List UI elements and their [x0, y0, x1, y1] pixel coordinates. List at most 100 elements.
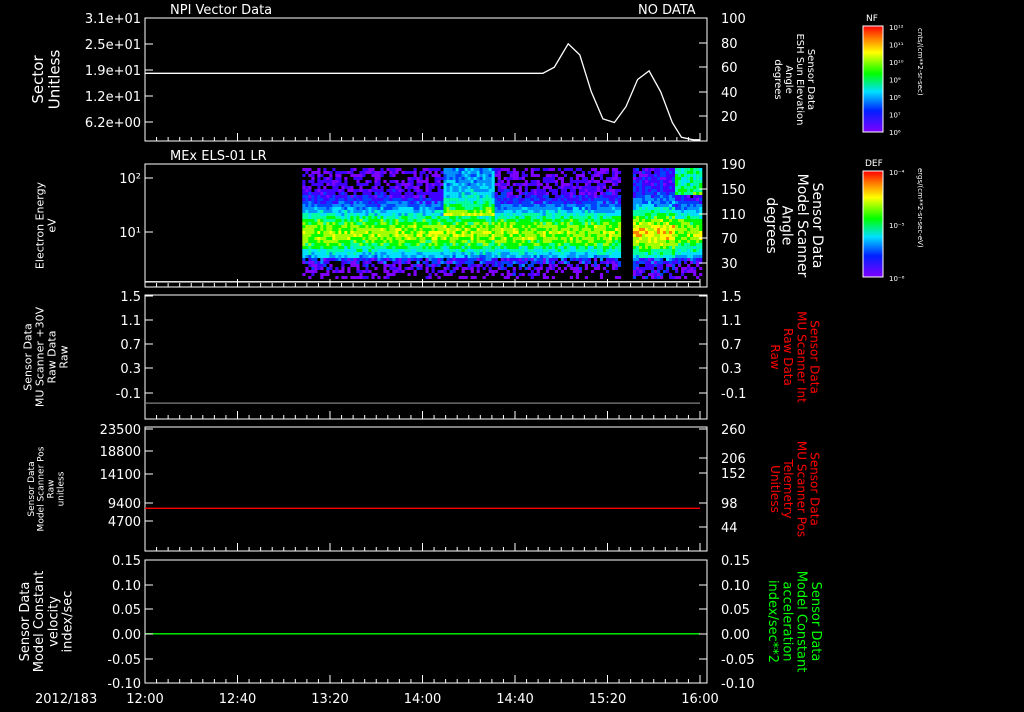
- spectrogram-cell: [395, 252, 399, 255]
- spectrogram-cell: [593, 237, 598, 240]
- spectrogram-cell: [506, 243, 510, 246]
- spectrogram-cell: [344, 258, 348, 261]
- spectrogram-cell: [317, 219, 321, 222]
- spectrogram-cell: [482, 174, 486, 177]
- spectrogram-cell: [479, 246, 483, 249]
- spectrogram-cell: [416, 183, 420, 186]
- y-axis-label-right: Model Scanner: [794, 174, 810, 278]
- spectrogram-cell: [639, 234, 643, 237]
- spectrogram-cell: [335, 219, 339, 222]
- spectrogram-cell: [338, 177, 342, 180]
- spectrogram-cell: [353, 216, 357, 219]
- spectrogram-cell: [458, 207, 462, 210]
- spectrogram-cell: [536, 174, 540, 177]
- spectrogram-cell: [563, 243, 567, 246]
- spectrogram-cell: [530, 264, 534, 267]
- spectrogram-cell: [548, 177, 552, 180]
- spectrogram-cell: [684, 216, 688, 219]
- spectrogram-cell: [392, 261, 396, 264]
- spectrogram-cell: [614, 246, 619, 249]
- spectrogram-cell: [524, 198, 528, 201]
- spectrogram-cell: [611, 228, 616, 231]
- spectrogram-cell: [581, 207, 585, 210]
- spectrogram-cell: [696, 264, 700, 267]
- spectrogram-cell: [425, 183, 429, 186]
- spectrogram-cell: [368, 210, 372, 213]
- spectrogram-cell: [645, 210, 649, 213]
- spectrogram-cell: [536, 225, 540, 228]
- spectrogram-cell: [566, 261, 570, 264]
- spectrogram-cell: [518, 261, 522, 264]
- spectrogram-cell: [497, 195, 501, 198]
- spectrogram-cell: [452, 171, 456, 174]
- spectrogram-cell: [500, 201, 504, 204]
- y-tick-label-right: 0.10: [721, 579, 750, 594]
- spectrogram-cell: [675, 210, 679, 213]
- spectrogram-cell: [645, 249, 649, 252]
- spectrogram-cell: [672, 276, 676, 279]
- spectrogram-cell: [473, 252, 477, 255]
- spectrogram-cell: [323, 255, 327, 258]
- spectrogram-cell: [672, 171, 676, 174]
- spectrogram-cell: [617, 264, 622, 267]
- spectrogram-cell: [380, 204, 384, 207]
- spectrogram-cell: [350, 243, 354, 246]
- spectrogram-cell: [428, 252, 432, 255]
- spectrogram-cell: [338, 192, 342, 195]
- spectrogram-cell: [368, 249, 372, 252]
- spectrogram-cell: [476, 213, 480, 216]
- spectrogram-cell: [632, 186, 637, 189]
- spectrogram-cell: [341, 222, 345, 225]
- spectrogram-cell: [440, 219, 444, 222]
- spectrogram-cell: [524, 195, 528, 198]
- spectrogram-cell: [416, 186, 420, 189]
- spectrogram-cell: [557, 255, 561, 258]
- spectrogram-cell: [690, 258, 694, 261]
- spectrogram-cell: [398, 267, 402, 270]
- spectrogram-cell: [434, 177, 438, 180]
- spectrogram-cell: [617, 207, 622, 210]
- spectrogram-cell: [368, 201, 372, 204]
- spectrogram-cell: [632, 273, 637, 276]
- spectrogram-cell: [551, 255, 555, 258]
- spectrogram-cell: [383, 240, 387, 243]
- spectrogram-cell: [365, 261, 369, 264]
- spectrogram-cell: [554, 180, 558, 183]
- spectrogram-cell: [593, 258, 598, 261]
- spectrogram-cell: [371, 213, 375, 216]
- spectrogram-cell: [657, 240, 661, 243]
- spectrogram-cell: [684, 240, 688, 243]
- spectrogram-cell: [578, 243, 582, 246]
- spectrogram-cell: [587, 201, 591, 204]
- spectrogram-cell: [542, 213, 546, 216]
- spectrogram-cell: [545, 240, 549, 243]
- spectrogram-cell: [608, 180, 613, 183]
- spectrogram-cell: [608, 177, 613, 180]
- spectrogram-cell: [663, 252, 667, 255]
- spectrogram-cell: [690, 267, 694, 270]
- spectrogram-cell: [488, 204, 492, 207]
- spectrogram-cell: [350, 174, 354, 177]
- spectrogram-cell: [308, 186, 312, 189]
- spectrogram-cell: [407, 195, 411, 198]
- spectrogram-cell: [518, 192, 522, 195]
- spectrogram-cell: [509, 255, 513, 258]
- spectrogram-cell: [431, 216, 435, 219]
- spectrogram-cell: [530, 228, 534, 231]
- spectrogram-cell: [666, 228, 670, 231]
- spectrogram-cell: [461, 261, 465, 264]
- spectrogram-cell: [419, 237, 423, 240]
- spectrogram-cell: [386, 276, 390, 279]
- spectrogram-cell: [575, 246, 579, 249]
- spectrogram-cell: [635, 258, 640, 261]
- spectrogram-cell: [389, 180, 393, 183]
- spectrogram-cell: [341, 195, 345, 198]
- spectrogram-cell: [648, 258, 652, 261]
- spectrogram-cell: [663, 225, 667, 228]
- spectrogram-cell: [494, 237, 498, 240]
- spectrogram-cell: [587, 231, 591, 234]
- spectrogram-cell: [560, 198, 564, 201]
- spectrogram-cell: [669, 183, 673, 186]
- spectrogram-cell: [663, 180, 667, 183]
- spectrogram-cell: [515, 231, 519, 234]
